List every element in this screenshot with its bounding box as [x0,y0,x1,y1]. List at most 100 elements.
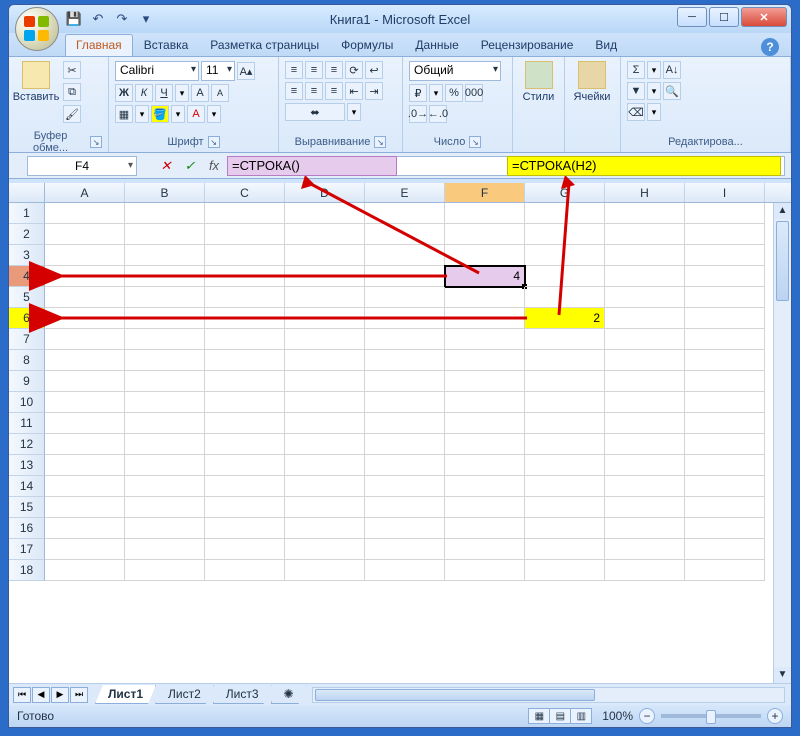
help-icon[interactable]: ? [761,38,779,56]
sheet-tab[interactable]: Лист1 [95,685,156,704]
sheet-tab[interactable]: Лист3 [213,685,272,704]
merge-icon[interactable]: ⬌ [285,103,345,121]
vertical-scrollbar[interactable]: ▲ ▼ [773,203,791,683]
cell[interactable] [605,392,685,413]
cell[interactable] [445,350,525,371]
cell[interactable] [685,266,765,287]
align-left-icon[interactable]: ≡ [285,82,303,100]
cell[interactable] [525,224,605,245]
cell[interactable] [525,287,605,308]
cell[interactable] [685,455,765,476]
cell[interactable] [285,266,365,287]
cell[interactable] [285,308,365,329]
office-button[interactable] [15,7,59,51]
cell[interactable] [125,392,205,413]
cell[interactable] [205,413,285,434]
underline-button[interactable]: Ч [155,84,173,102]
cell[interactable] [605,560,685,581]
tab-review[interactable]: Рецензирование [470,34,585,56]
zoom-slider[interactable] [661,714,761,718]
cell[interactable] [525,560,605,581]
border-icon[interactable]: ▦ [115,105,133,123]
cell[interactable] [45,224,125,245]
cell[interactable] [525,518,605,539]
col-header[interactable]: A [45,183,125,202]
cell[interactable] [685,287,765,308]
cell[interactable] [285,539,365,560]
cell[interactable] [445,392,525,413]
cells-button[interactable]: Ячейки [571,61,613,103]
maximize-button[interactable]: ☐ [709,7,739,27]
cell[interactable] [605,371,685,392]
cell[interactable] [445,539,525,560]
cell[interactable] [45,203,125,224]
cell[interactable] [525,245,605,266]
redo-icon[interactable]: ↷ [113,10,131,28]
cell[interactable] [685,560,765,581]
grow-font-icon[interactable]: A▴ [237,62,255,80]
tab-formulas[interactable]: Формулы [330,34,404,56]
autosum-icon[interactable]: Σ [627,61,645,79]
cell[interactable] [365,287,445,308]
number-format-combo[interactable]: Общий [409,61,501,81]
dec-decimal-icon[interactable]: ←.0 [429,105,447,123]
cell[interactable] [605,245,685,266]
cell[interactable] [685,224,765,245]
cell[interactable] [45,350,125,371]
name-box[interactable]: F4 [27,156,137,176]
cell[interactable] [365,413,445,434]
cell[interactable] [205,266,285,287]
sheet-tab[interactable]: Лист2 [155,685,214,704]
horizontal-scrollbar[interactable] [312,687,785,703]
indent-dec-icon[interactable]: ⇤ [345,82,363,100]
view-pagebreak-icon[interactable]: ▥ [570,708,592,724]
tab-data[interactable]: Данные [404,34,469,56]
cell[interactable]: 4 [445,266,525,287]
cell[interactable] [125,539,205,560]
cell[interactable] [445,434,525,455]
cell[interactable] [285,560,365,581]
cell[interactable] [365,455,445,476]
cell[interactable] [365,560,445,581]
cell[interactable] [525,329,605,350]
col-header[interactable]: C [205,183,285,202]
row-header[interactable]: 13 [9,455,45,476]
row-header[interactable]: 4 [9,266,45,287]
cell[interactable] [285,497,365,518]
font-size-a-small[interactable]: A [211,84,229,102]
row-header[interactable]: 12 [9,434,45,455]
cell[interactable] [525,497,605,518]
cell[interactable] [525,371,605,392]
sort-icon[interactable]: A↓ [663,61,681,79]
cell[interactable] [445,287,525,308]
cell[interactable] [605,266,685,287]
row-header[interactable]: 2 [9,224,45,245]
cell[interactable] [205,308,285,329]
cell[interactable] [125,476,205,497]
cell[interactable] [605,539,685,560]
currency-dd[interactable]: ▾ [429,84,443,102]
col-header[interactable]: H [605,183,685,202]
cell[interactable] [205,434,285,455]
cell[interactable] [525,434,605,455]
cell[interactable] [525,350,605,371]
row-header[interactable]: 11 [9,413,45,434]
new-sheet-button[interactable]: ✺ [271,685,307,704]
cell[interactable]: 2 [525,308,605,329]
close-button[interactable]: ✕ [741,7,787,27]
minimize-button[interactable]: ─ [677,7,707,27]
col-header[interactable]: G [525,183,605,202]
align-launcher[interactable]: ↘ [374,136,386,148]
cell[interactable] [285,245,365,266]
cell[interactable] [45,455,125,476]
clear-dd[interactable]: ▾ [647,103,661,121]
row-header[interactable]: 18 [9,560,45,581]
tab-prev-icon[interactable]: ◀ [32,687,50,703]
border-dropdown[interactable]: ▾ [135,105,149,123]
cell[interactable] [45,560,125,581]
fill-dd[interactable]: ▾ [647,82,661,100]
cell[interactable] [285,392,365,413]
view-pagelayout-icon[interactable]: ▤ [549,708,571,724]
cell[interactable] [45,287,125,308]
row-header[interactable]: 9 [9,371,45,392]
